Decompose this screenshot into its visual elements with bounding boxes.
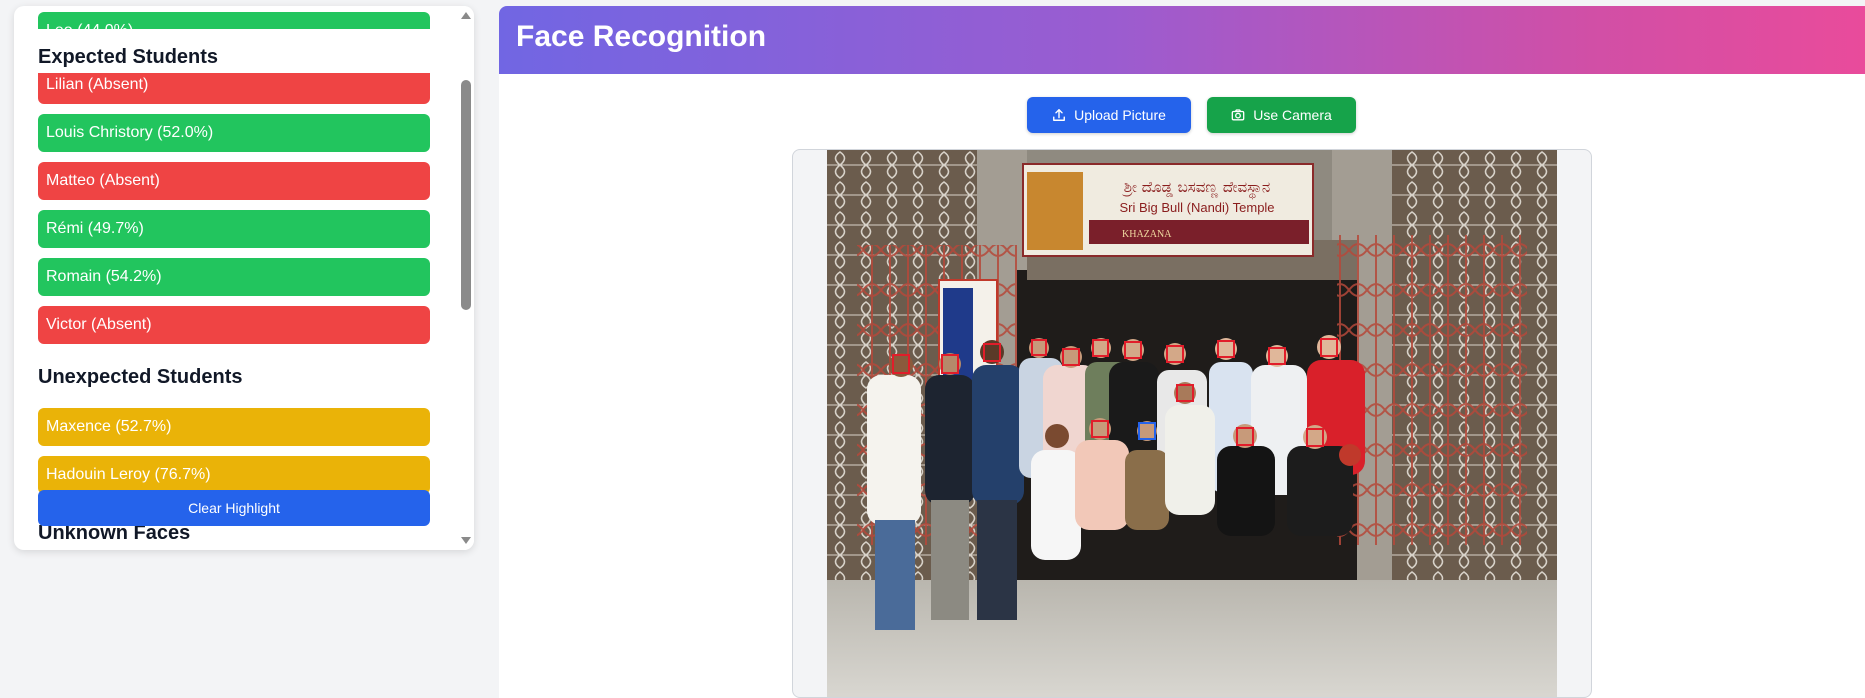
attendance-panel: Leo (44.0%) Lilian (Absent) Louis Christ… <box>14 6 474 550</box>
list-item-present[interactable]: Romain (54.2%) <box>38 258 430 296</box>
sticky-header: Expected Students <box>14 29 458 73</box>
clear-highlight-button[interactable]: Clear Highlight <box>38 490 430 526</box>
list-item-present[interactable]: Rémi (49.7%) <box>38 210 430 248</box>
list-item-present[interactable]: Louis Christory (52.0%) <box>38 114 430 152</box>
upload-picture-button[interactable]: Upload Picture <box>1027 97 1191 133</box>
list-item-unexpected[interactable]: Maxence (52.7%) <box>38 408 430 446</box>
unexpected-students-heading: Unexpected Students <box>38 366 243 388</box>
main-panel: Face Recognition Upload Picture Use Came… <box>499 6 1865 698</box>
use-camera-button[interactable]: Use Camera <box>1207 97 1356 133</box>
use-camera-label: Use Camera <box>1253 107 1332 123</box>
app-header: Face Recognition <box>499 6 1865 74</box>
upload-picture-label: Upload Picture <box>1074 107 1166 123</box>
list-item-absent[interactable]: Matteo (Absent) <box>38 162 430 200</box>
sign-english-text: Sri Big Bull (Nandi) Temple <box>1119 200 1274 215</box>
upload-icon <box>1053 109 1066 121</box>
page-title: Face Recognition <box>516 20 767 53</box>
camera-icon <box>1231 109 1245 121</box>
expected-students-heading: Expected Students <box>38 46 219 68</box>
photo-container: ಶ್ರೀ ದೊಡ್ಡ ಬಸವಣ್ಣ ದೇವಸ್ಥಾನ Sri Big Bull … <box>792 149 1592 698</box>
scrollbar-thumb[interactable] <box>461 80 471 310</box>
list-item-unexpected[interactable]: Hadouin Leroy (76.7%) <box>38 456 430 494</box>
scroll-down-icon[interactable] <box>460 534 472 546</box>
scroll-up-icon[interactable] <box>460 10 472 22</box>
attendance-scroll-area[interactable]: Leo (44.0%) Lilian (Absent) Louis Christ… <box>14 6 458 550</box>
scrollbar[interactable] <box>458 6 474 550</box>
group-photo[interactable]: ಶ್ರೀ ದೊಡ್ಡ ಬಸವಣ್ಣ ದೇವಸ್ಥಾನ Sri Big Bull … <box>827 150 1557 698</box>
list-item-absent[interactable]: Victor (Absent) <box>38 306 430 344</box>
sign-brand-text: KHAZANA <box>1122 229 1172 240</box>
